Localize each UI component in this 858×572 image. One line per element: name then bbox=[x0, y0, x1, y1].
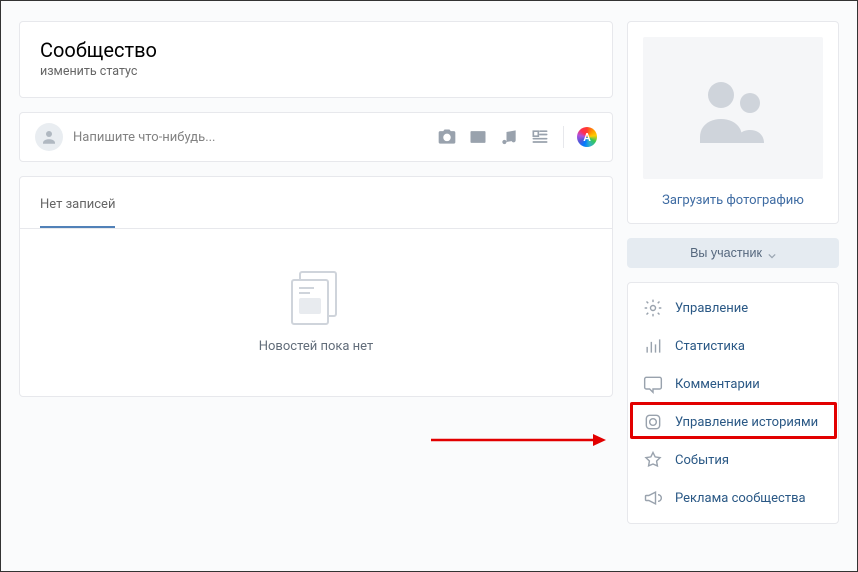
video-icon[interactable] bbox=[468, 127, 488, 147]
sidebar-item-comments[interactable]: Комментарии bbox=[628, 365, 838, 403]
camera-icon[interactable] bbox=[437, 127, 457, 147]
sidebar-item-label: Управление историями bbox=[675, 415, 818, 430]
composer-input[interactable]: Напишите что-нибудь... bbox=[73, 130, 437, 145]
empty-docs-icon bbox=[287, 269, 345, 327]
sidebar-item-label: Реклама сообщества bbox=[675, 491, 806, 506]
sidebar-item-ads[interactable]: Реклама сообщества bbox=[628, 479, 838, 517]
stats-icon bbox=[643, 336, 663, 356]
sidebar-item-manage[interactable]: Управление bbox=[628, 289, 838, 327]
photo-panel: Загрузить фотографию bbox=[627, 21, 839, 224]
sidebar-item-label: Статистика bbox=[675, 339, 745, 354]
chevron-down-icon bbox=[768, 249, 776, 257]
change-status-link[interactable]: изменить статус bbox=[40, 64, 592, 79]
star-icon bbox=[643, 450, 663, 470]
sidebar-item-stats[interactable]: Статистика bbox=[628, 327, 838, 365]
sidebar-item-label: События bbox=[675, 453, 729, 468]
page-title: Сообщество bbox=[40, 38, 592, 62]
ads-icon[interactable]: A bbox=[577, 127, 597, 147]
avatar-placeholder-icon bbox=[643, 37, 823, 179]
composer: Напишите что-нибудь... A bbox=[19, 112, 613, 162]
community-header: Сообщество изменить статус bbox=[19, 21, 613, 98]
empty-feed-text: Новостей пока нет bbox=[20, 339, 612, 354]
stories-icon bbox=[643, 412, 663, 432]
upload-photo-link[interactable]: Загрузить фотографию bbox=[643, 193, 823, 208]
avatar-icon bbox=[35, 123, 63, 151]
gear-icon bbox=[643, 298, 663, 318]
music-icon[interactable] bbox=[499, 127, 519, 147]
article-icon[interactable] bbox=[530, 127, 550, 147]
sidebar-item-events[interactable]: События bbox=[628, 441, 838, 479]
feed-tabs: Нет записей bbox=[20, 177, 612, 229]
comment-icon bbox=[643, 374, 663, 394]
sidebar-menu: Управление Статистика Комментарии Управл… bbox=[627, 282, 839, 524]
membership-button[interactable]: Вы участник bbox=[627, 238, 839, 268]
empty-feed: Новостей пока нет bbox=[20, 229, 612, 396]
composer-divider bbox=[563, 126, 564, 148]
tab-no-posts[interactable]: Нет записей bbox=[40, 197, 115, 228]
sidebar-item-label: Управление bbox=[675, 301, 748, 316]
sidebar-item-stories[interactable]: Управление историями bbox=[628, 403, 838, 441]
membership-label: Вы участник bbox=[690, 246, 762, 260]
megaphone-icon bbox=[643, 488, 663, 508]
feed-card: Нет записей Новостей пока нет bbox=[19, 176, 613, 397]
sidebar-item-label: Комментарии bbox=[675, 377, 760, 392]
